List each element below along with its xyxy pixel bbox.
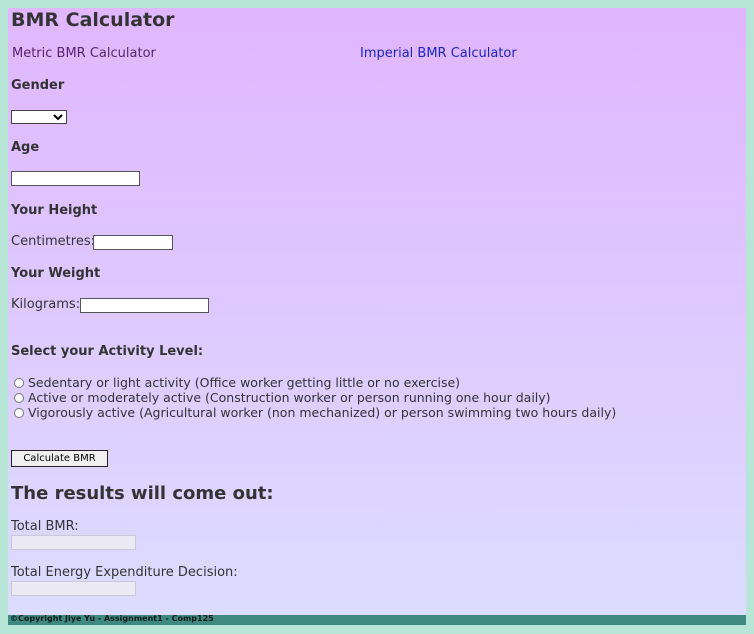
activity-radio-active[interactable]: [14, 393, 24, 403]
total-bmr-label: Total BMR:: [11, 519, 79, 534]
gender-select[interactable]: [11, 110, 67, 124]
energy-expenditure-output: [11, 581, 136, 596]
calculate-bmr-button[interactable]: Calculate BMR: [11, 450, 108, 467]
footer-bar: ©Copyright Jiye Yu - Assignment1 - Comp1…: [8, 614, 746, 625]
activity-option-label: Vigorously active (Agricultural worker (…: [28, 405, 617, 420]
weight-input[interactable]: [80, 298, 209, 313]
activity-option-vigorous[interactable]: Vigorously active (Agricultural worker (…: [13, 405, 616, 420]
activity-option-label: Sedentary or light activity (Office work…: [28, 375, 461, 390]
imperial-calculator-link[interactable]: Imperial BMR Calculator: [360, 46, 517, 61]
activity-option-active[interactable]: Active or moderately active (Constructio…: [13, 390, 551, 405]
results-heading: The results will come out:: [11, 483, 274, 504]
gender-label: Gender: [11, 78, 65, 93]
activity-label: Select your Activity Level:: [11, 344, 204, 359]
activity-radio-vigorous[interactable]: [14, 408, 24, 418]
kilograms-label: Kilograms:: [11, 297, 81, 312]
activity-radio-sedentary[interactable]: [14, 378, 24, 388]
height-label: Your Height: [11, 203, 98, 218]
height-input[interactable]: [93, 235, 173, 250]
page-container: BMR Calculator Metric BMR Calculator Imp…: [8, 8, 746, 615]
weight-label: Your Weight: [11, 266, 101, 281]
activity-option-label: Active or moderately active (Constructio…: [28, 390, 551, 405]
activity-option-sedentary[interactable]: Sedentary or light activity (Office work…: [13, 375, 460, 390]
metric-calculator-link[interactable]: Metric BMR Calculator: [12, 46, 156, 61]
age-label: Age: [11, 140, 40, 155]
page-title: BMR Calculator: [11, 9, 175, 31]
centimetres-label: Centimetres:: [11, 234, 95, 249]
total-bmr-output: [11, 535, 136, 550]
energy-expenditure-label: Total Energy Expenditure Decision:: [11, 565, 238, 580]
age-input[interactable]: [11, 171, 140, 186]
copyright-text: ©Copyright Jiye Yu - Assignment1 - Comp1…: [10, 614, 214, 623]
